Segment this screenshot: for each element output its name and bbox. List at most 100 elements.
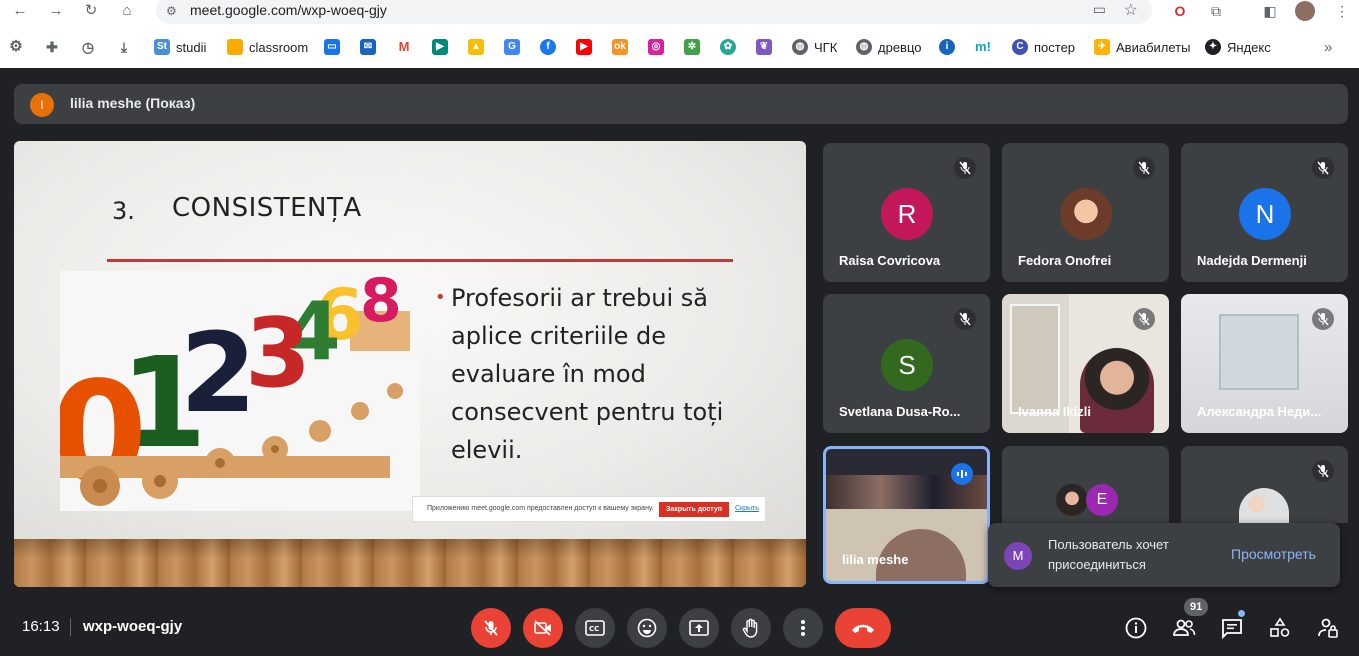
video-background-shelf <box>1010 304 1060 414</box>
bookmark-drive[interactable]: ▲ <box>468 34 484 60</box>
instagram-icon: ◎ <box>648 39 664 55</box>
profile-avatar[interactable] <box>1295 1 1315 21</box>
leave-call-button[interactable] <box>835 608 891 648</box>
participant-tile[interactable]: R Raisa Covricova <box>823 143 990 282</box>
history-icon[interactable]: ◷ <box>80 34 96 60</box>
slide-floor <box>14 539 806 587</box>
participant-tile[interactable] <box>1181 446 1348 523</box>
captions-button[interactable]: CC <box>575 608 615 648</box>
menu-icon[interactable]: ⋮ <box>1332 1 1352 21</box>
people-icon <box>1173 619 1196 636</box>
reload-icon[interactable]: ↻ <box>81 1 101 21</box>
bookmark-poster[interactable]: Cпостер <box>1012 34 1075 60</box>
opera-extension-icon[interactable]: O <box>1170 1 1190 21</box>
participant-video-tile[interactable]: Александра Неди... <box>1181 294 1348 433</box>
site-info-icon[interactable]: ⚙ <box>166 4 177 18</box>
bookmark-studii[interactable]: St studii <box>154 34 206 60</box>
bookmark-youtube[interactable]: ▶ <box>576 34 592 60</box>
more-vert-icon <box>801 620 805 636</box>
forward-icon[interactable]: → <box>46 1 66 21</box>
ok-icon: ok <box>612 39 628 55</box>
side-panel-icon[interactable]: ◧ <box>1260 1 1280 21</box>
people-button[interactable] <box>1168 612 1200 644</box>
camera-toggle-button[interactable] <box>523 608 563 648</box>
meeting-details-button[interactable] <box>1120 612 1152 644</box>
stop-sharing-button[interactable]: Закрыть доступ <box>659 502 729 517</box>
mic-toggle-button[interactable] <box>471 608 511 648</box>
bookmarks-bar: ⚙ ✚ ◷ ⤓ St studii classroom ▭ ✉ M ▶ ▲ G f… <box>0 34 1359 60</box>
chat-button[interactable] <box>1216 612 1248 644</box>
bookmark-lotus[interactable]: ❦ <box>756 34 772 60</box>
bookmark-meet[interactable]: ▶ <box>432 34 448 60</box>
bookmark-chat[interactable]: ▭ <box>324 34 340 60</box>
bookmark-yandex[interactable]: ✦ Яндекс <box>1205 34 1271 60</box>
globe-icon: ◍ <box>792 39 808 55</box>
bookmark-pinwheel[interactable]: ✲ <box>684 34 700 60</box>
activities-icon <box>1270 617 1290 637</box>
meeting-code: wxp-woeq-gjy <box>83 618 183 635</box>
participant-name: Александра Неди... <box>1197 404 1322 419</box>
camera-permission-icon[interactable]: ▭ <box>1093 1 1106 18</box>
slide-divider <box>107 259 733 262</box>
present-screen-button[interactable] <box>679 608 719 648</box>
bookmark-classroom[interactable]: classroom <box>227 34 308 60</box>
address-bar[interactable]: ⚙ meet.google.com/wxp-woeq-gjy ▭ ☆ <box>156 0 1152 24</box>
video-wall-poster <box>1219 314 1299 390</box>
participant-tile[interactable]: Fedora Onofrei <box>1002 143 1169 282</box>
youtube-icon: ▶ <box>576 39 592 55</box>
participant-tile[interactable]: S Svetlana Dusa-Ro... <box>823 294 990 433</box>
bookmark-gmail[interactable]: M <box>396 34 412 60</box>
participant-group-tile[interactable]: E <box>1002 446 1169 523</box>
bookmark-m[interactable]: m! <box>975 34 991 60</box>
address-row: ← → ↻ ⌂ ⚙ meet.google.com/wxp-woeq-gjy ▭… <box>0 0 1359 24</box>
reactions-button[interactable] <box>627 608 667 648</box>
bullet-dot: • <box>435 287 446 308</box>
bookmark-facebook[interactable]: f <box>540 34 556 60</box>
participant-video-person <box>1080 348 1154 433</box>
participant-tile[interactable]: N Nadejda Dermenji <box>1181 143 1348 282</box>
activities-button[interactable] <box>1264 612 1296 644</box>
participant-name: Ivanna Ikizli <box>1018 404 1091 419</box>
participant-name: Raisa Covricova <box>839 253 941 268</box>
hand-icon <box>742 618 758 638</box>
participant-name: lilia meshe <box>842 552 909 567</box>
extension-icon[interactable]: ✚ <box>44 34 60 60</box>
settings-icon[interactable]: ⚙ <box>8 34 24 60</box>
speaking-indicator-icon <box>951 463 973 485</box>
translate-icon: G <box>504 39 520 55</box>
shared-screen: 3. CONSISTENȚA 8 6 4 3 2 1 0 • Profesori… <box>14 141 806 587</box>
bookmark-chgk[interactable]: ◍ ЧГК <box>792 34 837 60</box>
hide-link[interactable]: Скрыть <box>735 505 759 512</box>
bookmark-aviabilety[interactable]: ✈ Авиабилеты <box>1094 34 1190 60</box>
mic-off-icon <box>954 157 976 179</box>
extensions-icon[interactable]: ⧉ <box>1206 1 1226 21</box>
bookmark-star-icon[interactable]: ☆ <box>1124 0 1138 20</box>
bookmark-translate[interactable]: G <box>504 34 520 60</box>
drive-icon: ▲ <box>468 39 484 55</box>
more-options-button[interactable] <box>783 608 823 648</box>
view-request-button[interactable]: Просмотреть <box>1231 546 1316 562</box>
bookmark-info[interactable]: i <box>939 34 955 60</box>
bookmark-mail[interactable]: ✉ <box>360 34 376 60</box>
hang-up-icon <box>852 624 874 633</box>
home-icon[interactable]: ⌂ <box>117 1 137 21</box>
host-controls-button[interactable] <box>1312 612 1344 644</box>
raise-hand-button[interactable] <box>731 608 771 648</box>
participant-name: Fedora Onofrei <box>1018 253 1112 268</box>
participant-avatar: N <box>1239 188 1291 240</box>
svg-text:8: 8 <box>360 271 402 336</box>
bookmark-ok[interactable]: ok <box>612 34 628 60</box>
downloads-icon[interactable]: ⤓ <box>116 34 132 60</box>
self-video-tile[interactable]: lilia meshe <box>823 446 990 584</box>
bookmark-instagram[interactable]: ◎ <box>648 34 664 60</box>
participant-video-tile[interactable]: Ivanna Ikizli <box>1002 294 1169 433</box>
participant-photo-avatar <box>1239 488 1289 523</box>
join-request-message: Пользователь хочет присоединиться <box>1048 537 1169 572</box>
yandex-icon: ✦ <box>1205 39 1221 55</box>
bookmark-drevtso[interactable]: ◍ древцо <box>856 34 921 60</box>
back-icon[interactable]: ← <box>10 1 30 21</box>
mic-off-icon <box>1312 460 1334 482</box>
more-bookmarks-icon[interactable]: » <box>1324 34 1332 60</box>
bookmark-green[interactable]: ✿ <box>720 34 736 60</box>
mail-icon: ✉ <box>360 39 376 55</box>
